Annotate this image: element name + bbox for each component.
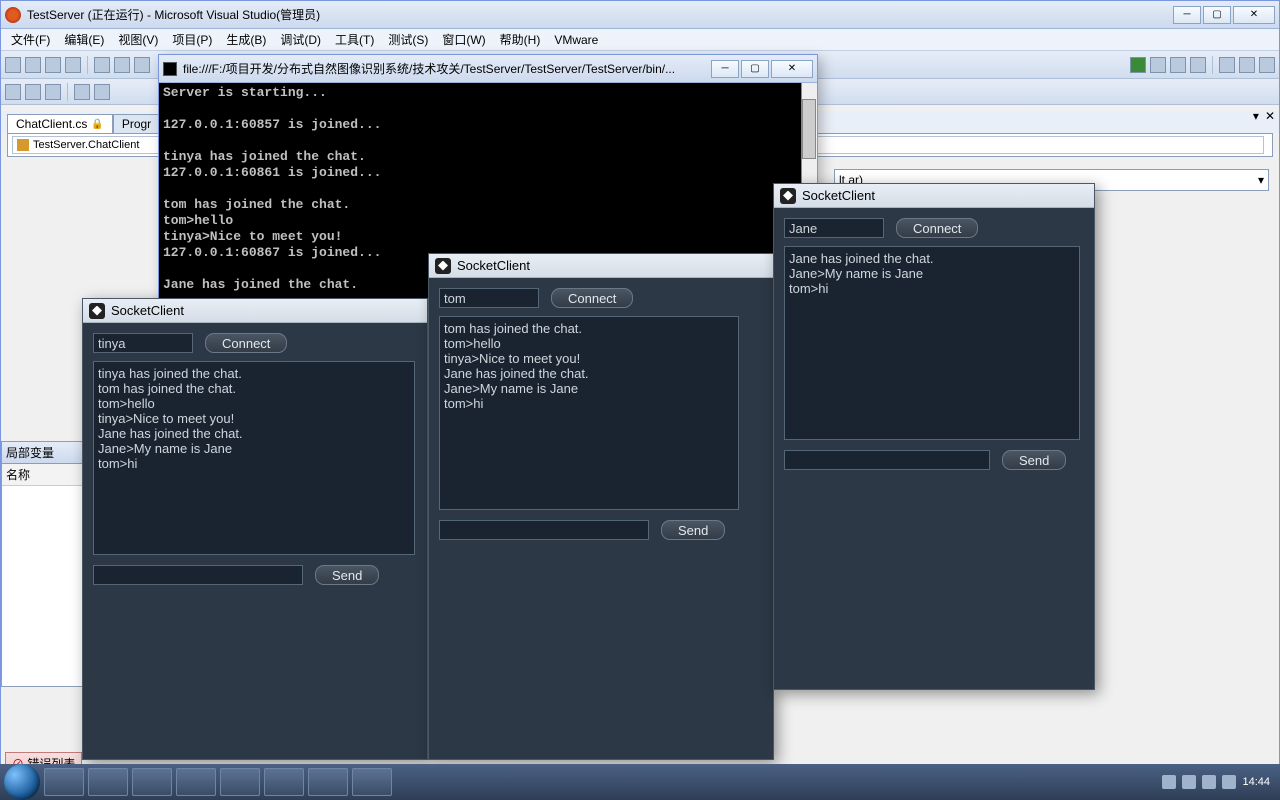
tb-ico-b[interactable] bbox=[25, 84, 41, 100]
socketclient-tinya-window[interactable]: SocketClient Connect tinya has joined th… bbox=[82, 298, 428, 760]
close-button[interactable]: ✕ bbox=[1233, 6, 1275, 24]
send-button-jane[interactable]: Send bbox=[1002, 450, 1066, 470]
unity-titlebar-tinya[interactable]: SocketClient bbox=[83, 299, 427, 323]
class-icon bbox=[17, 139, 29, 151]
tray-icon[interactable] bbox=[1162, 775, 1176, 789]
menu-debug[interactable]: 调试(D) bbox=[274, 29, 327, 50]
send-button-tinya[interactable]: Send bbox=[315, 565, 379, 585]
panel-close-icon[interactable]: ✕ bbox=[1265, 109, 1275, 123]
connect-button-tinya[interactable]: Connect bbox=[205, 333, 287, 353]
task-item[interactable] bbox=[264, 768, 304, 796]
unity-title: SocketClient bbox=[111, 303, 184, 318]
menu-help[interactable]: 帮助(H) bbox=[494, 29, 547, 50]
task-item[interactable] bbox=[132, 768, 172, 796]
vs-app-icon bbox=[5, 7, 21, 23]
message-input-jane[interactable] bbox=[784, 450, 990, 470]
scrollbar-thumb[interactable] bbox=[802, 99, 816, 159]
tab-label: ChatClient.cs bbox=[16, 117, 87, 131]
tb-restart-icon[interactable] bbox=[1190, 57, 1206, 73]
console-title: file:///F:/项目开发/分布式自然图像识别系统/技术攻关/TestSer… bbox=[183, 60, 711, 77]
chat-log-tom[interactable]: tom has joined the chat. tom>hello tinya… bbox=[439, 316, 739, 510]
send-button-tom[interactable]: Send bbox=[661, 520, 725, 540]
windows-taskbar[interactable]: 14:44 bbox=[0, 764, 1280, 800]
tb-open-icon[interactable] bbox=[25, 57, 41, 73]
unity-icon bbox=[780, 188, 796, 204]
task-item[interactable] bbox=[44, 768, 84, 796]
tb-new-icon[interactable] bbox=[5, 57, 21, 73]
tray-clock[interactable]: 14:44 bbox=[1242, 776, 1270, 788]
menu-test[interactable]: 测试(S) bbox=[382, 29, 434, 50]
unity-title: SocketClient bbox=[802, 188, 875, 203]
console-close-button[interactable]: ✕ bbox=[771, 60, 813, 78]
socketclient-jane-window[interactable]: SocketClient Connect Jane has joined the… bbox=[773, 183, 1095, 690]
connect-button-tom[interactable]: Connect bbox=[551, 288, 633, 308]
tb-cut-icon[interactable] bbox=[94, 57, 110, 73]
tray-volume-icon[interactable] bbox=[1222, 775, 1236, 789]
chevron-down-icon: ▾ bbox=[1258, 173, 1264, 187]
menu-view[interactable]: 视图(V) bbox=[112, 29, 164, 50]
task-item[interactable] bbox=[308, 768, 348, 796]
unity-titlebar-tom[interactable]: SocketClient bbox=[429, 254, 773, 278]
chat-log-tinya[interactable]: tinya has joined the chat. tom has joine… bbox=[93, 361, 415, 555]
console-titlebar[interactable]: file:///F:/项目开发/分布式自然图像识别系统/技术攻关/TestSer… bbox=[159, 55, 817, 83]
tb-play-icon[interactable] bbox=[1130, 57, 1146, 73]
menu-build[interactable]: 生成(B) bbox=[220, 29, 272, 50]
menu-edit[interactable]: 编辑(E) bbox=[58, 29, 110, 50]
tb-step-over-icon[interactable] bbox=[1219, 57, 1235, 73]
task-item[interactable] bbox=[176, 768, 216, 796]
menu-window[interactable]: 窗口(W) bbox=[436, 29, 491, 50]
tb-ico-a[interactable] bbox=[5, 84, 21, 100]
menu-tools[interactable]: 工具(T) bbox=[329, 29, 380, 50]
tb-step-into-icon[interactable] bbox=[1239, 57, 1255, 73]
cmd-icon bbox=[163, 62, 177, 76]
task-item[interactable] bbox=[352, 768, 392, 796]
tb-ico-d[interactable] bbox=[74, 84, 90, 100]
menu-vmware[interactable]: VMware bbox=[548, 31, 604, 49]
vs-title: TestServer (正在运行) - Microsoft Visual Stu… bbox=[27, 6, 1173, 23]
console-text: Server is starting... 127.0.0.1:60857 is… bbox=[163, 85, 381, 292]
unity-title: SocketClient bbox=[457, 258, 530, 273]
tray-icon[interactable] bbox=[1182, 775, 1196, 789]
tb-ico-c[interactable] bbox=[45, 84, 61, 100]
minimize-button[interactable]: ─ bbox=[1173, 6, 1201, 24]
tb-copy-icon[interactable] bbox=[114, 57, 130, 73]
class-combo-text: TestServer.ChatClient bbox=[33, 139, 139, 151]
name-input-tinya[interactable] bbox=[93, 333, 193, 353]
tb-paste-icon[interactable] bbox=[134, 57, 150, 73]
name-input-jane[interactable] bbox=[784, 218, 884, 238]
system-tray[interactable]: 14:44 bbox=[1162, 775, 1276, 789]
tab-label-2: Progr bbox=[122, 117, 151, 131]
name-input-tom[interactable] bbox=[439, 288, 539, 308]
menu-project[interactable]: 项目(P) bbox=[166, 29, 218, 50]
tab-lock-icon: 🔒 bbox=[91, 119, 103, 130]
message-input-tinya[interactable] bbox=[93, 565, 303, 585]
tb-ico-e[interactable] bbox=[94, 84, 110, 100]
tb-stop-icon[interactable] bbox=[1170, 57, 1186, 73]
console-maximize-button[interactable]: ▢ bbox=[741, 60, 769, 78]
socketclient-tom-window[interactable]: SocketClient Connect tom has joined the … bbox=[428, 253, 774, 760]
start-button[interactable] bbox=[4, 764, 40, 800]
message-input-tom[interactable] bbox=[439, 520, 649, 540]
menu-file[interactable]: 文件(F) bbox=[5, 29, 56, 50]
console-minimize-button[interactable]: ─ bbox=[711, 60, 739, 78]
panel-dropdown-icon[interactable]: ▾ bbox=[1253, 109, 1259, 123]
tb-step-out-icon[interactable] bbox=[1259, 57, 1275, 73]
tb-pause-icon[interactable] bbox=[1150, 57, 1166, 73]
tb-save-icon[interactable] bbox=[45, 57, 61, 73]
vs-menubar: 文件(F) 编辑(E) 视图(V) 项目(P) 生成(B) 调试(D) 工具(T… bbox=[1, 29, 1279, 51]
task-item[interactable] bbox=[88, 768, 128, 796]
vs-titlebar[interactable]: TestServer (正在运行) - Microsoft Visual Stu… bbox=[1, 1, 1279, 29]
unity-icon bbox=[89, 303, 105, 319]
tb-saveall-icon[interactable] bbox=[65, 57, 81, 73]
task-item[interactable] bbox=[220, 768, 260, 796]
unity-icon bbox=[435, 258, 451, 274]
tab-program[interactable]: Progr bbox=[113, 114, 160, 133]
chat-log-jane[interactable]: Jane has joined the chat. Jane>My name i… bbox=[784, 246, 1080, 440]
tab-chatclient[interactable]: ChatClient.cs 🔒 bbox=[7, 114, 113, 133]
maximize-button[interactable]: ▢ bbox=[1203, 6, 1231, 24]
tray-icon[interactable] bbox=[1202, 775, 1216, 789]
unity-titlebar-jane[interactable]: SocketClient bbox=[774, 184, 1094, 208]
connect-button-jane[interactable]: Connect bbox=[896, 218, 978, 238]
